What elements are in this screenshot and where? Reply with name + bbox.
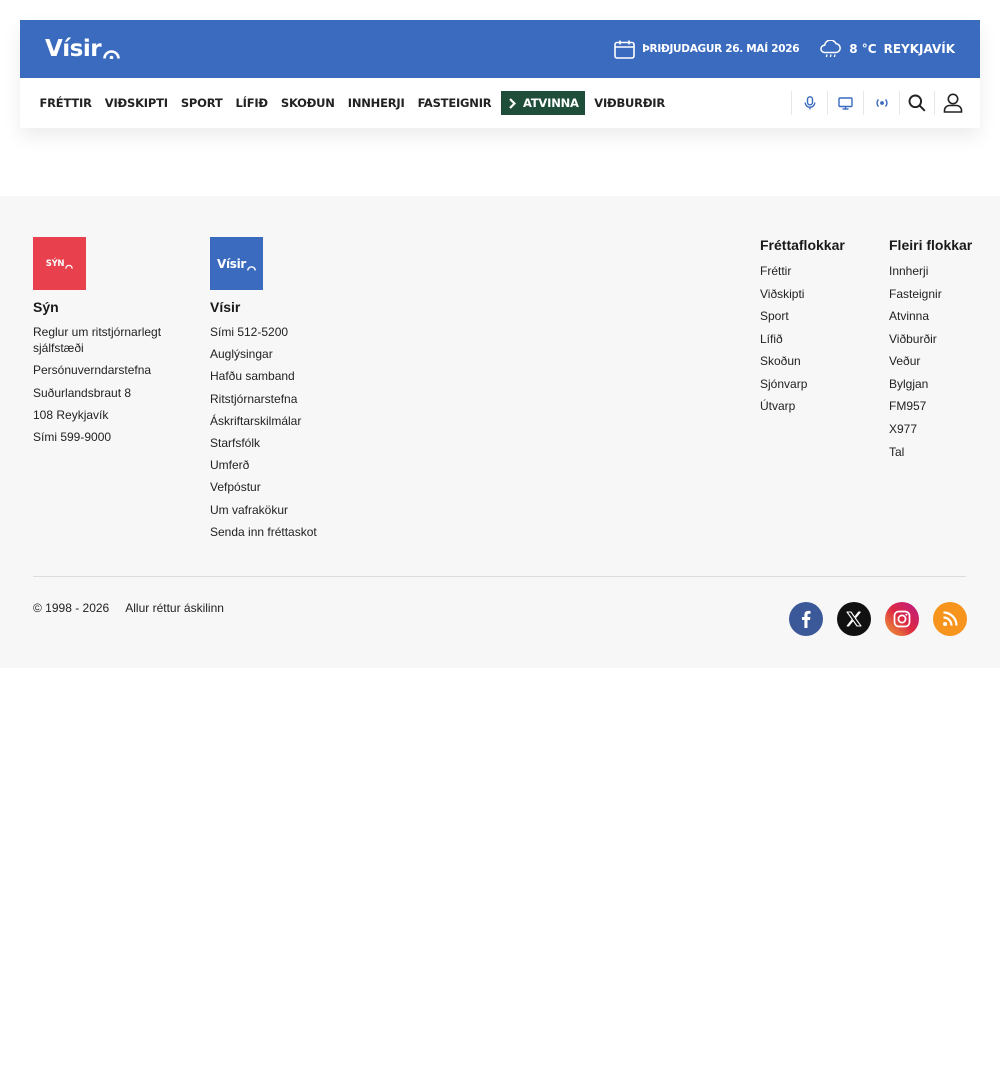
footer-link[interactable]: Skoðun — [760, 353, 845, 369]
logo-signal-icon — [103, 49, 120, 59]
site-header: Vísir ÞRIÐJUDAGUR 26. MAÍ 2026 8 °C REYK… — [20, 20, 980, 128]
footer-divider — [33, 576, 966, 577]
facebook-button[interactable] — [789, 602, 823, 636]
footer-link[interactable]: Sími 512-5200 — [210, 324, 380, 340]
footer-link[interactable]: Viðskipti — [760, 286, 845, 302]
footer-link[interactable]: Sport — [760, 308, 845, 324]
visir-signal-icon — [247, 265, 256, 271]
copyright-years: © 1998 - 2026 — [33, 601, 110, 615]
podcast-button[interactable] — [791, 91, 827, 115]
rss-icon — [943, 611, 958, 626]
radio-button[interactable] — [863, 91, 899, 115]
visir-title: Vísir — [210, 299, 241, 315]
chevron-right-icon — [509, 97, 516, 109]
footer-link[interactable]: FM957 — [889, 398, 972, 414]
copyright: © 1998 - 2026 Allur réttur áskilinn — [33, 601, 224, 615]
nav-vidburdir[interactable]: VIÐBURÐIR — [588, 91, 672, 115]
instagram-button[interactable] — [885, 602, 919, 636]
footer-link[interactable]: Lífið — [760, 331, 845, 347]
footer-link[interactable]: Hafðu samband — [210, 368, 380, 384]
date-display: ÞRIÐJUDAGUR 26. MAÍ 2026 — [614, 40, 800, 59]
footer-link[interactable]: Um vafrakökur — [210, 502, 380, 518]
footer-link[interactable]: Bylgjan — [889, 376, 972, 392]
nav-atvinna[interactable]: ATVINNA — [500, 91, 585, 115]
nav-vidskipti[interactable]: VIÐSKIPTI — [98, 91, 174, 115]
x-icon — [846, 611, 862, 627]
footer-link[interactable]: Umferð — [210, 457, 380, 473]
site-footer: SÝN Sýn Reglur um ritstjórnarlegt sjálfs… — [0, 196, 1000, 668]
footer-link[interactable]: Persónuverndarstefna — [33, 362, 183, 378]
x-button[interactable] — [837, 602, 871, 636]
syn-signal-icon — [65, 264, 74, 269]
footer-link[interactable]: Sjónvarp — [760, 376, 845, 392]
footer-link[interactable]: Reglur um ritstjórnarlegt sjálfstæði — [33, 324, 183, 356]
visir-footer-logo[interactable]: Vísir — [210, 237, 263, 290]
footer-link[interactable]: Áskriftarskilmálar — [210, 413, 380, 429]
syn-logo[interactable]: SÝN — [33, 237, 86, 290]
radio-icon — [875, 99, 888, 107]
footer-link[interactable]: Atvinna — [889, 308, 972, 324]
footer-address: Suðurlandsbraut 8 — [33, 385, 132, 400]
footer-link[interactable]: Ritstjórnarstefna — [210, 391, 380, 407]
footer-phone[interactable]: Sími 599-9000 — [33, 429, 183, 445]
rss-button[interactable] — [933, 602, 967, 636]
footer-link[interactable]: Senda inn fréttaskot — [210, 524, 380, 540]
instagram-icon — [893, 610, 911, 628]
syn-title: Sýn — [33, 299, 59, 315]
footer-col-syn: SÝN Sýn Reglur um ritstjórnarlegt sjálfs… — [33, 237, 183, 451]
footer-link[interactable]: Fréttir — [760, 263, 845, 279]
date-text: ÞRIÐJUDAGUR 26. MAÍ 2026 — [642, 43, 800, 55]
microphone-icon — [804, 96, 815, 110]
account-button[interactable] — [934, 91, 970, 115]
weather-display[interactable]: 8 °C REYKJAVÍK — [819, 40, 955, 58]
visir-logo[interactable]: Vísir — [45, 35, 120, 62]
search-icon — [908, 94, 926, 112]
main-nav: FRÉTTIR VIÐSKIPTI SPORT LÍFIÐ SKOÐUN INN… — [20, 78, 980, 128]
user-icon — [943, 93, 962, 113]
syn-logo-text: SÝN — [45, 258, 65, 269]
footer-link[interactable]: Auglýsingar — [210, 346, 380, 362]
nav-frettir[interactable]: FRÉTTIR — [33, 91, 98, 115]
footer-link[interactable]: Viðburðir — [889, 331, 972, 347]
nav-atvinna-label: ATVINNA — [522, 96, 579, 110]
calendar-icon — [614, 40, 635, 59]
facebook-icon — [802, 610, 811, 628]
fleiri-title: Fleiri flokkar — [889, 237, 973, 253]
footer-link[interactable]: X977 — [889, 421, 972, 437]
top-bar: Vísir ÞRIÐJUDAGUR 26. MAÍ 2026 8 °C REYK… — [20, 20, 980, 78]
footer-address: 108 Reykjavík — [33, 407, 109, 422]
temperature: 8 °C — [849, 42, 877, 56]
footer-link[interactable]: Veður — [889, 353, 972, 369]
footer-link[interactable]: Innherji — [889, 263, 972, 279]
rights-text: Allur réttur áskilinn — [125, 601, 224, 615]
nav-fasteignir[interactable]: FASTEIGNIR — [411, 91, 498, 115]
logo-text: Vísir — [45, 35, 102, 62]
tv-icon — [838, 96, 853, 110]
social-links — [789, 602, 967, 636]
nav-sport[interactable]: SPORT — [174, 91, 229, 115]
nav-innherji[interactable]: INNHERJI — [341, 91, 411, 115]
frettaflokkar-title: Fréttaflokkar — [760, 237, 845, 253]
cloud-rain-icon — [820, 40, 842, 58]
footer-col-frettaflokkar: Fréttaflokkar Fréttir Viðskipti Sport Lí… — [760, 237, 845, 421]
footer-link[interactable]: Starfsfólk — [210, 435, 380, 451]
visir-footer-logo-text: Vísir — [216, 256, 247, 271]
tv-button[interactable] — [827, 91, 863, 115]
footer-link[interactable]: Vefpóstur — [210, 479, 380, 495]
nav-lifid[interactable]: LÍFIÐ — [229, 91, 274, 115]
footer-link[interactable]: Útvarp — [760, 398, 845, 414]
city: REYKJAVÍK — [883, 42, 955, 56]
search-button[interactable] — [899, 91, 934, 115]
footer-col-fleiri: Fleiri flokkar Innherji Fasteignir Atvin… — [889, 237, 972, 466]
nav-skodun[interactable]: SKOÐUN — [274, 91, 341, 115]
footer-col-visir: Vísir Vísir Sími 512-5200 Auglýsingar Ha… — [210, 237, 380, 546]
footer-link[interactable]: Fasteignir — [889, 286, 972, 302]
footer-link[interactable]: Tal — [889, 444, 972, 460]
